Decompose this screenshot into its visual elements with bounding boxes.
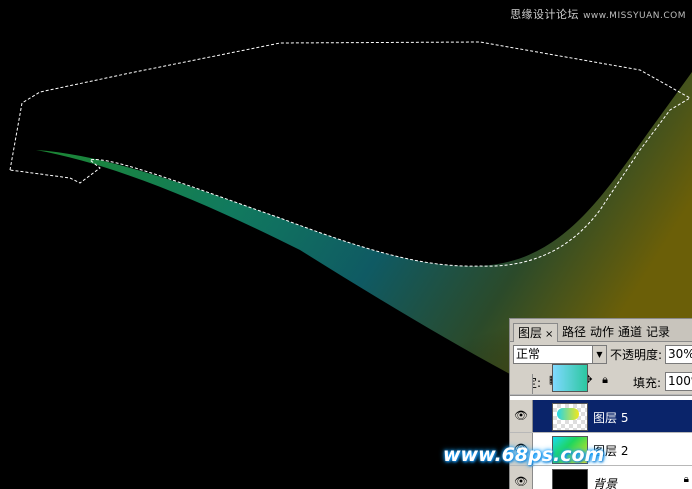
layers-list: 👁︎ 图层 5 👁︎ 图层 2 👁︎ 背景 🔒︎ bbox=[510, 364, 692, 489]
layer-name: 图层 5 bbox=[593, 411, 629, 425]
layer-row-background[interactable]: 👁︎ 背景 🔒︎ bbox=[510, 466, 692, 489]
tab-paths[interactable]: 路径 bbox=[560, 323, 588, 341]
eye-icon: 👁︎ bbox=[514, 475, 528, 488]
watermark-bottom: www.68ps.com bbox=[443, 444, 605, 466]
layer-visibility-toggle[interactable]: 👁︎ bbox=[510, 400, 533, 432]
thumb-content bbox=[557, 408, 579, 420]
layer-visibility-toggle[interactable]: 👁︎ bbox=[510, 466, 533, 489]
tab-paths-label: 路径 bbox=[562, 325, 587, 339]
eye-icon: 👁︎ bbox=[514, 409, 528, 422]
layer-thumbnail bbox=[552, 364, 588, 392]
layer-name: 背景 bbox=[593, 477, 618, 489]
blend-mode-select[interactable]: 正常 ▼ bbox=[513, 345, 607, 364]
tab-close-icon[interactable]: × bbox=[545, 329, 553, 340]
dropdown-arrow-icon[interactable]: ▼ bbox=[592, 346, 606, 363]
tab-channels[interactable]: 通道 bbox=[616, 323, 644, 341]
tab-channels-label: 通道 bbox=[618, 325, 643, 339]
panel-tabbar: 图层 × 路径 动作 通道 记录 bbox=[510, 319, 692, 342]
tab-history-label: 记录 bbox=[646, 325, 671, 339]
blend-row: 正常 ▼ 不透明度: 30% bbox=[513, 345, 692, 365]
layer-row-layer5[interactable]: 👁︎ 图层 5 bbox=[510, 400, 692, 433]
layer-row-partial[interactable] bbox=[510, 364, 692, 395]
tab-actions[interactable]: 动作 bbox=[588, 323, 616, 341]
opacity-label: 不透明度: bbox=[610, 348, 663, 362]
blend-mode-value: 正常 bbox=[516, 347, 541, 361]
tab-layers-label: 图层 bbox=[518, 326, 543, 340]
watermark-top-text: 思缘设计论坛 bbox=[510, 8, 580, 21]
layer-thumbnail bbox=[552, 469, 588, 489]
watermark-top: 思缘设计论坛 www.MISSYUAN.COM bbox=[510, 6, 686, 22]
layer-thumbnail bbox=[552, 403, 588, 431]
opacity-field[interactable]: 30% bbox=[665, 345, 692, 364]
layer-lock-icon: 🔒︎ bbox=[683, 474, 689, 485]
watermark-top-site: www.MISSYUAN.COM bbox=[583, 11, 686, 21]
tab-history[interactable]: 记录 bbox=[644, 323, 672, 341]
tab-layers[interactable]: 图层 × bbox=[513, 323, 559, 342]
eye-cell[interactable] bbox=[510, 374, 533, 394]
tab-actions-label: 动作 bbox=[590, 325, 615, 339]
